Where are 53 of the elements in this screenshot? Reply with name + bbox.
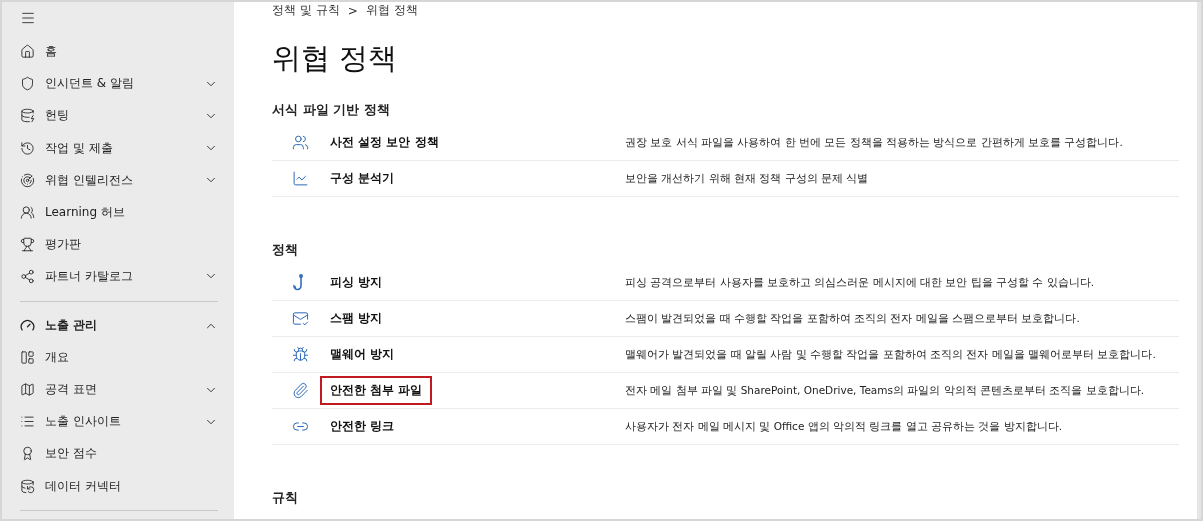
people-icon [20,204,35,220]
nav-item[interactable]: 평가판 [2,228,234,261]
share-icon [20,268,35,284]
mail-icon [291,310,309,327]
map-icon [20,382,35,398]
breadcrumb-separator: > [347,3,358,18]
policy-link[interactable]: 사전 설정 보안 정책 [320,128,449,157]
radar-icon [20,172,35,188]
nav-item[interactable]: 데이터 커넥터 [2,469,234,503]
policy-description: 권장 보호 서식 파일을 사용하여 한 번에 모든 정책을 적용하는 방식으로 간편하게 보호를 구성합니다. [625,135,1123,150]
home-icon [20,44,35,60]
award-icon [20,446,35,462]
policy-link[interactable]: 맬웨어 방지 [320,340,405,369]
nav-item[interactable]: 파트너 카탈로그 [2,260,234,293]
policy-link[interactable]: 안전한 첨부 파일 [320,376,433,405]
shield-icon [20,76,35,92]
breadcrumb-link[interactable]: 위협 정책 [365,2,418,19]
section-heading: 서식 파일 기반 정책 [272,101,391,119]
database-icon [20,108,35,124]
page-title: 위협 정책 [272,40,399,77]
policy-description: 피싱 공격으로부터 사용자를 보호하고 의심스러운 메시지에 대한 보안 팁을 구성할 수 있습니다. [625,275,1095,290]
policy-link[interactable]: 피싱 방지 [320,268,393,297]
nav-item[interactable]: 개요 [2,341,234,374]
section-heading: 정책 [272,241,299,259]
nav-item[interactable]: 위협 인텔리전스 [2,164,234,197]
policy-description: 보안을 개선하기 위해 현재 정책 구성의 문제 식별 [625,171,869,186]
policy-description: 사용자가 전자 메일 메시지 및 Office 앱의 악의적 링크를 열고 공유하는 것을 방지합니다. [625,419,1063,434]
bug-icon [291,346,309,363]
line-chart-icon [291,170,309,187]
users-icon [291,134,309,151]
breadcrumb-link[interactable]: 정책 및 규칙 [272,2,340,19]
database-icon [20,478,35,494]
trophy-icon [20,236,35,252]
layout-icon [20,350,35,366]
policy-description: 스팸이 발견되었을 때 수행할 작업을 포함하여 조직의 전자 메일을 스팸으로부터 보호합니다. [625,311,1080,326]
history-icon [20,140,35,156]
nav-item[interactable]: 헌팅 [2,99,234,133]
policy-description: 맬웨어가 발견되었을 때 알릴 사람 및 수행할 작업을 포함하여 조직의 전자 메일을 맬웨어로부터 보호합니다. [625,347,1156,362]
policy-description: 전자 메일 첨부 파일 및 SharePoint, OneDrive, Teams의 파일의 악의적 콘텐츠로부터 조직을 보호합니다. [625,383,1145,398]
nav-item[interactable]: 공격 표면 [2,373,234,406]
policy-link[interactable]: 구성 분석기 [320,164,405,193]
section-heading: 규칙 [272,489,299,507]
policy-link[interactable]: 안전한 링크 [320,412,405,441]
nav-item[interactable]: 작업 및 제출 [2,132,234,165]
nav-item[interactable]: 인시던트 & 알림 [2,67,234,100]
nav-item[interactable]: 홈 [2,35,234,68]
paperclip-icon [291,382,309,399]
nav-item[interactable]: 보안 점수 [2,437,234,470]
list-icon [20,414,35,430]
nav-item[interactable]: 노출 관리 [2,309,234,342]
nav-item[interactable]: 노출 인사이트 [2,405,234,438]
nav-item[interactable]: Learning 허브 [2,196,234,229]
policy-link[interactable]: 스팸 방지 [320,304,393,333]
